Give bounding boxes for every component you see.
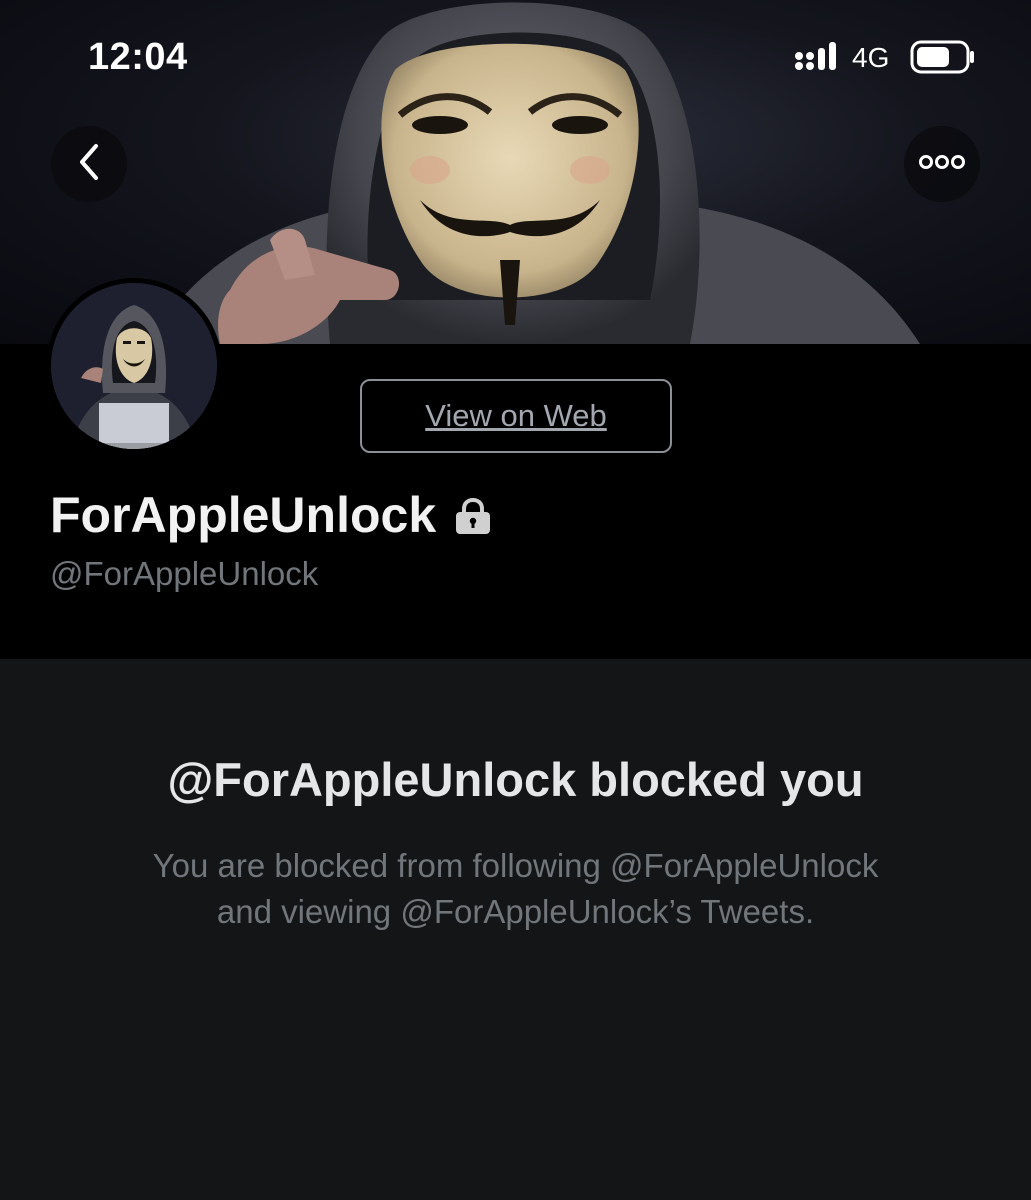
avatar[interactable] [46,278,222,454]
view-on-web-button[interactable]: View on Web [360,379,672,453]
blocked-description-line2: and viewing @ForAppleUnlock’s Tweets. [216,893,815,930]
more-horizontal-icon [919,154,965,175]
profile-handle: @ForAppleUnlock [50,555,319,592]
back-button[interactable] [51,126,127,202]
blocked-title: @ForAppleUnlock blocked you [167,753,864,806]
avatar-image [51,283,217,449]
network-type: 4G [852,42,890,73]
battery-icon [910,40,976,79]
display-name: ForAppleUnlock [50,487,437,543]
display-name-row: ForAppleUnlock [50,486,492,544]
status-bar: 12:04 4G [0,0,1031,110]
more-options-button[interactable] [904,126,980,202]
status-time: 12:04 [88,36,188,78]
signal-bars-icon [794,42,840,77]
lock-icon [454,497,492,539]
chevron-left-icon [74,142,104,187]
blocked-description: You are blocked from following @ForApple… [60,843,971,935]
blocked-description-line1: You are blocked from following @ForApple… [152,847,879,884]
